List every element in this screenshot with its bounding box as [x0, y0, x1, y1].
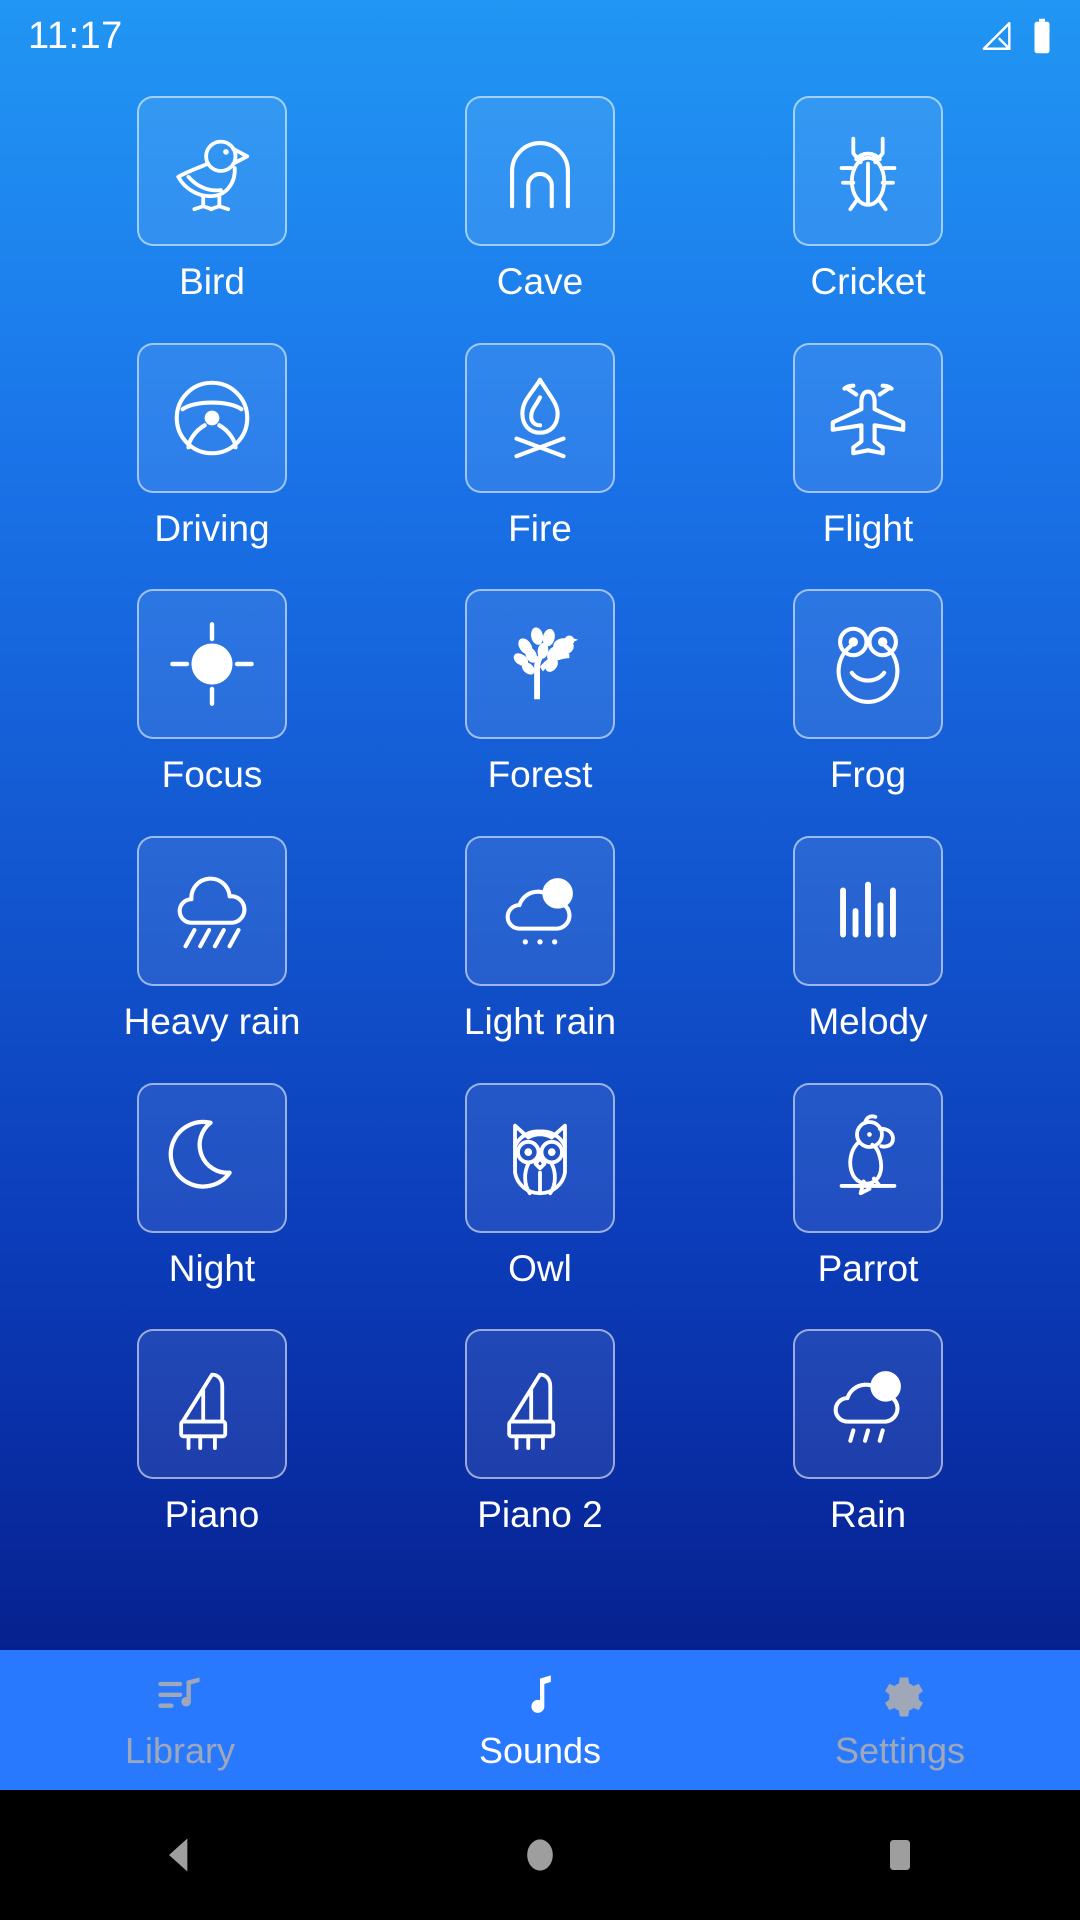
- sound-tile-label: Piano 2: [477, 1494, 603, 1536]
- tab-sounds-label: Sounds: [478, 1730, 602, 1771]
- sound-tile-cricket-box[interactable]: [793, 96, 943, 246]
- sound-tile-fire-box[interactable]: [465, 342, 615, 493]
- sound-tile-parrot[interactable]: Parrot: [704, 1082, 1032, 1290]
- tab-settings[interactable]: Settings: [720, 1671, 1080, 1769]
- system-navigation-bar: [0, 1790, 1080, 1920]
- status-bar: 11:17 x: [0, 0, 1080, 72]
- sound-tile-label: Light rain: [463, 1001, 617, 1043]
- frog-icon: [836, 627, 900, 705]
- crescent-moon-icon: [168, 1119, 232, 1189]
- equalizer-bars-icon: [840, 881, 896, 938]
- playlist-music-icon: [158, 1677, 200, 1708]
- campfire-icon: [514, 377, 566, 458]
- sound-tile-frog-box[interactable]: [793, 589, 943, 740]
- light-rain-cloud-icon: [505, 878, 573, 945]
- cave-icon: [510, 141, 570, 209]
- sound-tile-driving-box[interactable]: [137, 342, 287, 493]
- sound-tile-label: Piano: [164, 1494, 260, 1536]
- sound-tile-piano-box[interactable]: [137, 1329, 287, 1480]
- sound-tile-night[interactable]: Night: [48, 1082, 376, 1290]
- sound-tile-label: Fire: [508, 507, 572, 549]
- sound-tile-rain[interactable]: Rain: [704, 1329, 1032, 1536]
- recents-square-icon: [890, 1840, 910, 1870]
- airplane-icon: [830, 383, 906, 455]
- sound-tile-heavy-rain[interactable]: Heavy rain: [48, 836, 376, 1043]
- cricket-icon: [839, 136, 897, 212]
- sound-tile-piano-2-box[interactable]: [465, 1329, 615, 1480]
- sound-tile-frog[interactable]: Frog: [704, 589, 1032, 796]
- piano-icon: [507, 1373, 556, 1451]
- svg-text:x: x: [1005, 41, 1011, 53]
- bird-icon: [176, 139, 250, 212]
- system-home-button[interactable]: [460, 1790, 620, 1920]
- sounds-grid: Bird Cave Cricket Driving Fire Flight Fo…: [0, 72, 1080, 1536]
- sound-tile-label: Flight: [822, 507, 914, 549]
- tab-library[interactable]: Library: [0, 1671, 360, 1769]
- tab-settings-label: Settings: [834, 1730, 966, 1771]
- sound-tile-bird-box[interactable]: [137, 96, 287, 246]
- status-bar-clock: 11:17: [28, 14, 123, 57]
- owl-icon: [513, 1123, 567, 1195]
- rain-cloud-icon: [833, 1371, 901, 1444]
- sounds-grid-scroll[interactable]: Bird Cave Cricket Driving Fire Flight Fo…: [0, 72, 1080, 1650]
- tree-icon: [513, 627, 579, 700]
- parrot-icon: [839, 1114, 897, 1195]
- heavy-rain-cloud-icon: [177, 876, 247, 949]
- sound-tile-flight[interactable]: Flight: [704, 342, 1032, 550]
- sound-tile-flight-box[interactable]: [793, 342, 943, 493]
- sound-tile-label: Cricket: [810, 261, 926, 302]
- sound-tile-fire[interactable]: Fire: [376, 342, 704, 550]
- sound-tile-heavy-rain-box[interactable]: [137, 836, 287, 987]
- sound-tile-label: Cave: [496, 261, 584, 302]
- sound-tile-owl-box[interactable]: [465, 1082, 615, 1233]
- system-recents-button[interactable]: [820, 1790, 980, 1920]
- sound-tile-label: Rain: [829, 1494, 907, 1536]
- sound-tile-label: Parrot: [817, 1247, 919, 1289]
- home-circle-icon: [527, 1839, 553, 1871]
- gear-icon: [885, 1677, 923, 1717]
- bottom-nav: Library Sounds Settings: [0, 1650, 1080, 1790]
- tab-sounds[interactable]: Sounds: [360, 1671, 720, 1769]
- back-triangle-icon: [169, 1838, 188, 1872]
- steering-wheel-icon: [174, 380, 250, 455]
- sound-tile-piano[interactable]: Piano: [48, 1329, 376, 1536]
- sound-tile-label: Forest: [487, 754, 593, 796]
- sound-tile-owl[interactable]: Owl: [376, 1082, 704, 1290]
- battery-full-icon: [1034, 18, 1050, 54]
- crosshair-icon: [170, 622, 254, 707]
- status-bar-icons: x: [980, 18, 1054, 54]
- sound-tile-focus[interactable]: Focus: [48, 589, 376, 796]
- piano-icon: [179, 1373, 228, 1451]
- tab-library-label: Library: [124, 1730, 236, 1771]
- music-note-icon: [531, 1675, 551, 1713]
- sound-tile-label: Frog: [829, 754, 907, 796]
- signal-no-service-icon: x: [982, 22, 1011, 53]
- sound-tile-label: Owl: [508, 1247, 572, 1289]
- sound-tile-melody[interactable]: Melody: [704, 836, 1032, 1043]
- sound-tile-driving[interactable]: Driving: [48, 342, 376, 550]
- sound-tile-light-rain[interactable]: Light rain: [376, 836, 704, 1043]
- sound-tile-label: Heavy rain: [123, 1001, 301, 1043]
- sound-tile-melody-box[interactable]: [793, 836, 943, 987]
- app-screen: 11:17 x Bird Cave Cricket Driving Fire F…: [0, 0, 1080, 1920]
- sound-tile-night-box[interactable]: [137, 1082, 287, 1233]
- sound-tile-label: Driving: [154, 507, 270, 549]
- sound-tile-label: Night: [168, 1247, 256, 1289]
- sound-tile-rain-box[interactable]: [793, 1329, 943, 1480]
- sound-tile-cave[interactable]: Cave: [376, 96, 704, 303]
- sound-tile-parrot-box[interactable]: [793, 1082, 943, 1233]
- system-back-button[interactable]: [100, 1790, 260, 1920]
- sound-tile-cave-box[interactable]: [465, 96, 615, 246]
- sound-tile-label: Focus: [161, 754, 263, 796]
- sound-tile-forest-box[interactable]: [465, 589, 615, 740]
- sound-tile-label: Bird: [179, 261, 245, 302]
- sound-tile-forest[interactable]: Forest: [376, 589, 704, 796]
- sound-tile-focus-box[interactable]: [137, 589, 287, 740]
- sound-tile-piano-2[interactable]: Piano 2: [376, 1329, 704, 1536]
- sound-tile-bird[interactable]: Bird: [48, 96, 376, 303]
- sound-tile-light-rain-box[interactable]: [465, 836, 615, 987]
- sound-tile-label: Melody: [808, 1001, 928, 1043]
- sound-tile-cricket[interactable]: Cricket: [704, 96, 1032, 303]
